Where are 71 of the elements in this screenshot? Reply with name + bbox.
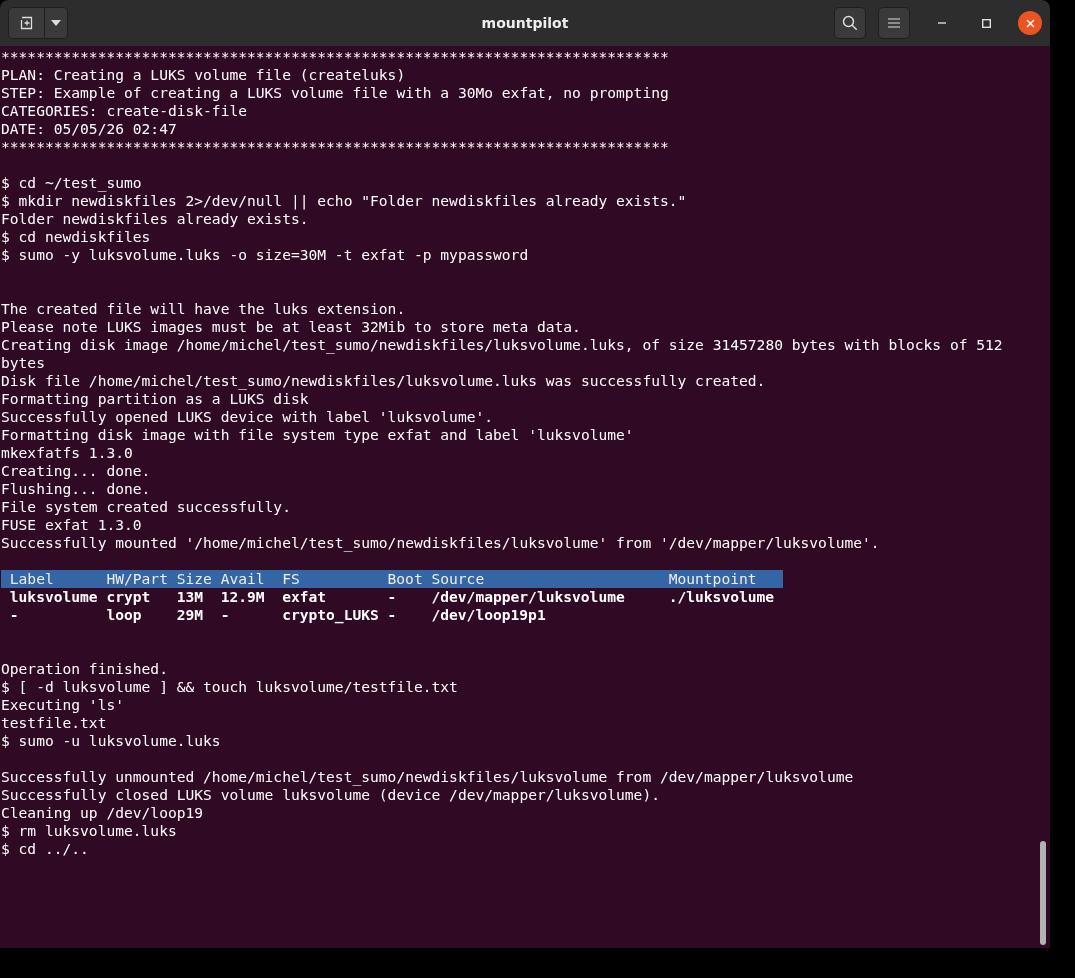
maximize-icon (981, 18, 991, 28)
terminal-line: Executing 'ls' (1, 696, 125, 714)
terminal-line: $ cd ../.. (1, 840, 90, 858)
column-header: Avail (220, 570, 283, 588)
terminal-line: $ [ -d luksvolume ] && touch luksvolume/testfile.txt (1, 678, 459, 696)
caret-icon (51, 20, 61, 26)
search-button[interactable] (834, 7, 866, 39)
table-cell-text: loop (106, 606, 143, 624)
terminal-line: Cleaning up /dev/loop19 (1, 804, 205, 822)
terminal-line: Please note LUKS images must be at least 32Mib to store meta data. (1, 318, 582, 336)
terminal-line: mkexfatfs 1.3.0 (1, 444, 134, 462)
terminal-line: $ sumo -u luksvolume.luks (1, 732, 222, 750)
terminal-line: Successfully unmounted /home/michel/test_sumo/newdiskfiles/luksvolume from /dev/mapper/luksvolume (1, 768, 855, 786)
terminal-line: The created file will have the luks extension. (1, 300, 407, 318)
table-cell-text: /dev/loop19p1 (431, 606, 547, 624)
terminal-line: CATEGORIES: create-disk-file (1, 102, 248, 120)
new-tab-button[interactable] (9, 8, 45, 38)
table-cell-text: 29M (176, 606, 205, 624)
terminal-line: $ cd ~/test_sumo (1, 174, 143, 192)
close-icon (1025, 18, 1035, 28)
table-cell-text: 13M (176, 588, 205, 606)
terminal-line: Disk file /home/michel/test_sumo/newdiskfiles/luksvolume.luks was successfully created. (1, 372, 767, 390)
terminal-line: **************************************************************************** (1, 138, 670, 156)
terminal-line: Creating... done. (1, 462, 152, 480)
menu-icon (888, 18, 900, 28)
table-cell-text: ./luksvolume (668, 588, 776, 606)
table-cell-text: /dev/mapper/luksvolume (431, 588, 626, 606)
search-icon (842, 15, 858, 31)
table-cell-text: exfat (282, 588, 328, 606)
terminal-line: testfile.txt (1, 714, 108, 732)
table-cell-text: - (220, 606, 231, 624)
terminal-line: $ cd newdiskfiles (1, 228, 152, 246)
terminal-line: File system created successfully. (1, 498, 292, 516)
table-cell-text: - (8, 606, 20, 624)
terminal-line: Folder newdiskfiles already exists. (1, 210, 310, 228)
terminal-line: $ mkdir newdiskfiles 2>/dev/null || echo "Folder newdiskfiles already exists." (1, 192, 688, 210)
terminal-line: Flushing... done. (1, 480, 152, 498)
terminal-line: $ sumo -y luksvolume.luks -o size=30M -t exfat -p mypassword (1, 246, 530, 264)
close-button[interactable] (1018, 11, 1042, 35)
terminal-line: Successfully mounted '/home/michel/test_sumo/newdiskfiles/luksvolume' from '/dev/mapper/luksvolume'. (1, 534, 881, 552)
window-title: mountpilot (481, 15, 569, 31)
table-cell-text: - (387, 588, 398, 606)
terminal-line: **************************************************************************** (1, 48, 670, 66)
table-cell-text: - (387, 606, 398, 624)
column-header: Mountpoint (668, 570, 783, 588)
terminal-line: STEP: Example of creating a LUKS volume file with a 30Mo exfat, no prompting (1, 84, 670, 102)
terminal-line: Successfully opened LUKS device with label 'luksvolume'. (1, 408, 495, 426)
terminal-line: DATE: 05/05/26 02:47 (1, 120, 178, 138)
terminal-line: Formatting partition as a LUKS disk (1, 390, 310, 408)
terminal-line: Formatting disk image with file system type exfat and label 'luksvolume' (1, 426, 635, 444)
column-header: FS (282, 570, 388, 588)
table-cell-text: crypt (106, 588, 152, 606)
column-header: Size (176, 570, 221, 588)
table-cell-text: crypto_LUKS (282, 606, 380, 624)
terminal-line: Successfully closed LUKS volume luksvolume (device /dev/mapper/luksvolume). (1, 786, 661, 804)
terminal-line: $ rm luksvolume.luks (1, 822, 178, 840)
column-header: Label (1, 570, 107, 588)
column-header: Boot (387, 570, 432, 588)
column-header: HW/Part (106, 570, 177, 588)
minimize-icon (938, 22, 946, 24)
menu-button[interactable] (878, 7, 910, 39)
terminal-line: PLAN: Creating a LUKS volume file (createluks) (1, 66, 407, 84)
table-cell-text: luksvolume (8, 588, 99, 606)
new-tab-icon (18, 15, 35, 31)
column-header: Source (431, 570, 669, 588)
terminal-line: Creating disk image /home/michel/test_sumo/newdiskfiles/luksvolume.luks, of size 31457280 bytes with blocks of 512 bytes (1, 336, 1004, 372)
table-cell-text: 12.9M (220, 588, 266, 606)
dropdown-button[interactable] (45, 8, 67, 38)
terminal-line: FUSE exfat 1.3.0 (1, 516, 143, 534)
terminal-line: Operation finished. (1, 660, 169, 678)
scrollbar-thumb[interactable] (1040, 841, 1046, 945)
